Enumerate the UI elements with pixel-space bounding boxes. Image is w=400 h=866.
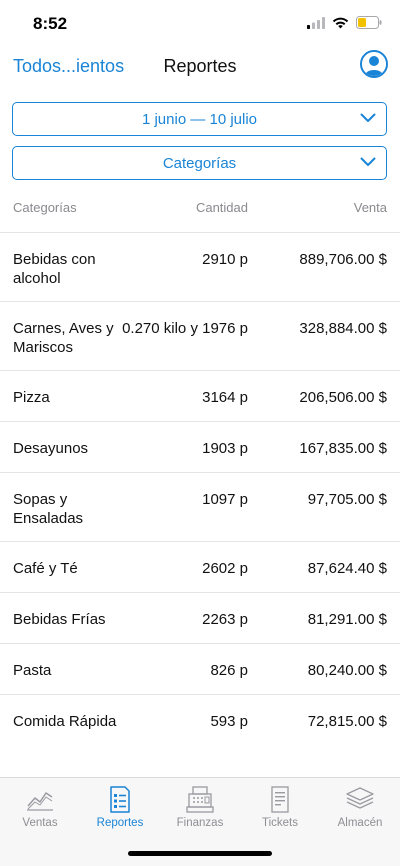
row-quantity: 3164 p — [202, 389, 248, 406]
tab-tickets[interactable]: Tickets — [240, 784, 320, 829]
column-header-quantity: Cantidad — [195, 200, 248, 215]
row-category: Pizza — [13, 389, 50, 406]
report-table: Bebidas con alcohol 2910 p 889,706.00 $ … — [0, 232, 400, 764]
row-quantity: 2602 p — [202, 560, 248, 577]
table-row[interactable]: Comida Rápida 593 p 72,815.00 $ — [0, 694, 400, 764]
row-category: Comida Rápida — [13, 713, 117, 730]
table-row[interactable]: Desayunos 1903 p 167,835.00 $ — [0, 421, 400, 472]
row-quantity: 1903 p — [202, 440, 248, 457]
tab-label: Tickets — [262, 817, 298, 829]
row-category: Carnes, Aves y Mariscos — [13, 320, 114, 356]
table-row[interactable]: Bebidas Frías 2263 p 81,291.00 $ — [0, 592, 400, 643]
tab-ventas[interactable]: Ventas — [0, 784, 80, 829]
category-selector-label: Categorías — [162, 155, 237, 172]
row-quantity: 1097 p — [202, 491, 248, 508]
table-row[interactable]: Carnes, Aves y Mariscos 0.270 kilo y 197… — [0, 301, 400, 370]
chevron-down-icon — [360, 157, 376, 166]
row-category: Bebidas con alcohol — [13, 251, 96, 287]
table-row[interactable]: Pasta 826 p 80,240.00 $ — [0, 643, 400, 694]
category-selector[interactable]: Categorías — [12, 146, 387, 180]
tab-finanzas[interactable]: Finanzas — [160, 784, 240, 829]
table-row[interactable]: Café y Té 2602 p 87,624.40 $ — [0, 541, 400, 592]
tab-reportes[interactable]: Reportes — [80, 784, 160, 829]
table-row[interactable]: Bebidas con alcohol 2910 p 889,706.00 $ — [0, 232, 400, 301]
row-category: Café y Té — [13, 560, 78, 577]
table-row[interactable]: Sopas y Ensaladas 1097 p 97,705.00 $ — [0, 472, 400, 541]
page-title: Reportes — [163, 56, 237, 76]
row-quantity: 2263 p — [202, 611, 248, 628]
row-quantity: 593 p — [210, 713, 248, 730]
row-category: Sopas y Ensaladas — [13, 491, 84, 527]
tab-label: Ventas — [22, 817, 58, 829]
row-sale: 87,624.40 $ — [307, 560, 387, 577]
row-sale: 72,815.00 $ — [307, 713, 387, 730]
row-category: Pasta — [13, 662, 52, 679]
row-sale: 889,706.00 $ — [299, 251, 387, 268]
column-header-sale: Venta — [353, 200, 387, 215]
row-sale: 206,506.00 $ — [299, 389, 387, 406]
row-quantity: 826 p — [210, 662, 248, 679]
profile-avatar-button[interactable] — [360, 50, 388, 78]
row-sale: 328,884.00 $ — [299, 320, 387, 337]
navigation-bar: Todos...ientos Reportes — [0, 48, 400, 88]
row-sale: 167,835.00 $ — [299, 440, 387, 457]
cash-register-icon — [186, 786, 214, 813]
row-quantity: 0.270 kilo y 1976 p — [122, 320, 248, 337]
tab-label: Finanzas — [176, 817, 224, 829]
home-indicator — [128, 851, 272, 856]
cellular-signal-icon — [307, 16, 325, 29]
chevron-down-icon — [360, 113, 376, 122]
tab-almacen[interactable]: Almacén — [320, 784, 400, 829]
status-bar: 8:52 — [0, 0, 400, 48]
table-header: Categorías Cantidad Venta — [0, 200, 400, 220]
date-range-label: 1 junio — 10 julio — [141, 111, 258, 128]
status-icons — [307, 16, 382, 29]
row-sale: 81,291.00 $ — [307, 611, 387, 628]
row-quantity: 2910 p — [202, 251, 248, 268]
user-avatar-icon — [362, 52, 386, 76]
row-category: Desayunos — [13, 440, 89, 457]
table-row[interactable]: Pizza 3164 p 206,506.00 $ — [0, 370, 400, 421]
tab-label: Reportes — [96, 817, 144, 829]
chart-line-icon — [27, 792, 53, 811]
report-document-icon — [110, 786, 130, 813]
tab-label: Almacén — [337, 817, 383, 829]
status-time: 8:52 — [33, 14, 68, 33]
date-range-selector[interactable]: 1 junio — 10 julio — [12, 102, 387, 136]
wifi-icon — [332, 17, 349, 28]
row-sale: 97,705.00 $ — [307, 491, 387, 508]
row-category: Bebidas Frías — [13, 611, 106, 628]
receipt-icon — [271, 786, 289, 813]
row-sale: 80,240.00 $ — [307, 662, 387, 679]
column-header-category: Categorías — [13, 200, 77, 215]
battery-icon — [356, 16, 382, 29]
layers-stack-icon — [346, 787, 374, 809]
